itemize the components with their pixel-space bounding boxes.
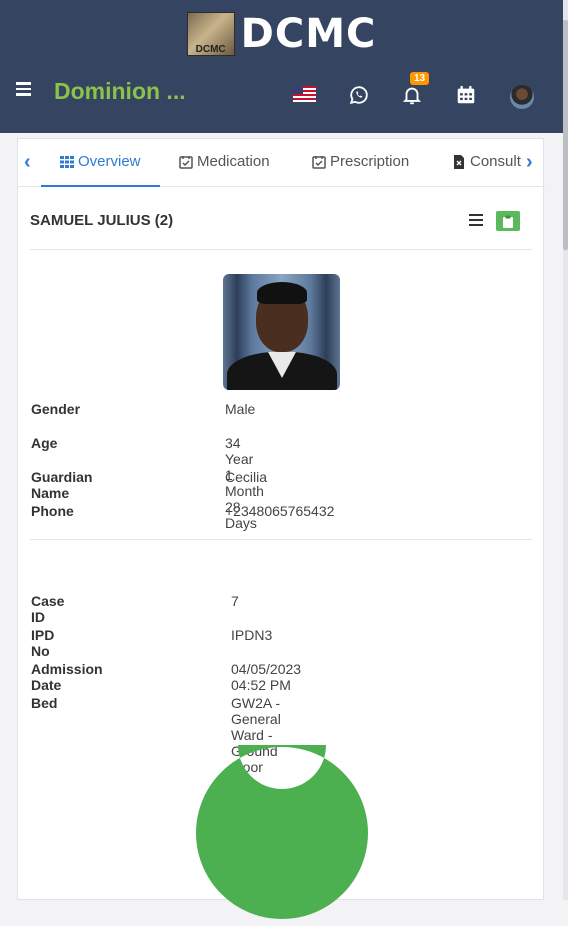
tab-strip: Overview Medication Prescription Consult [41, 139, 523, 187]
detail-label: Guardian Name [31, 469, 93, 501]
notification-badge: 13 [410, 72, 430, 85]
patient-photo [223, 274, 340, 390]
admission-label: Bed [31, 695, 58, 711]
discharge-button[interactable] [496, 211, 520, 231]
us-flag-icon[interactable] [293, 86, 316, 102]
detail-value: Male [225, 401, 256, 417]
calendar-check-icon [179, 155, 193, 169]
tab-prescription[interactable]: Prescription [312, 153, 409, 170]
detail-label: Phone [31, 503, 74, 519]
app-name[interactable]: Dominion ... [54, 78, 186, 105]
patient-card: ‹ Overview Medication Prescription Consu… [17, 138, 545, 919]
admission-label: Case ID [31, 593, 65, 625]
tab-prescription-label: Prescription [330, 153, 410, 170]
tab-overview[interactable]: Overview [60, 153, 141, 170]
list-icon[interactable] [469, 214, 483, 226]
divider [30, 249, 532, 250]
detail-value: +2348065765432 [225, 503, 335, 519]
tab-scroll-right-icon[interactable]: › [526, 151, 533, 174]
top-header: DCMC DCMC Dominion ... 13 [0, 0, 563, 133]
patient-name: SAMUEL JULIUS (2) [30, 212, 174, 229]
navbar: Dominion ... 13 [0, 72, 563, 112]
divider [30, 539, 532, 540]
detail-value: Cecilia [225, 469, 268, 485]
calendar-icon[interactable] [455, 84, 477, 106]
logo[interactable]: DCMC DCMC [0, 8, 563, 60]
logo-image: DCMC [186, 12, 235, 56]
admission-value: 7 [231, 593, 239, 609]
logo-text: DCMC [240, 11, 377, 57]
admission-value: 04/05/2023 04:52 PM [231, 661, 302, 693]
tab-scroll-left-icon[interactable]: ‹ [24, 151, 31, 174]
bell-icon[interactable] [401, 84, 423, 106]
admission-value: IPDN3 [231, 627, 273, 643]
tab-medication-label: Medication [197, 153, 270, 170]
logo-image-text: DCMC [195, 44, 226, 55]
tab-bar: ‹ Overview Medication Prescription Consu… [18, 139, 545, 187]
admission-label: Admission Date [31, 661, 103, 693]
donut-percent-label: 100.00% [258, 823, 306, 837]
document-icon [454, 154, 464, 169]
admission-label: IPD No [31, 627, 55, 659]
detail-label: Age [31, 435, 58, 451]
grid-icon [60, 155, 74, 168]
calendar-check-icon [312, 155, 326, 169]
clipboard-icon [503, 215, 513, 228]
progress-donut-chart: 100.00% [194, 701, 370, 921]
user-avatar[interactable] [510, 85, 534, 109]
detail-label: Gender [31, 401, 81, 417]
scrollbar-thumb[interactable] [563, 20, 568, 250]
tab-consult[interactable]: Consult [452, 153, 521, 170]
menu-toggle-icon[interactable] [16, 82, 32, 96]
tab-medication[interactable]: Medication [179, 153, 270, 170]
whatsapp-icon[interactable] [348, 84, 370, 106]
active-tab-indicator [41, 185, 160, 187]
tab-overview-label: Overview [78, 153, 141, 170]
tab-consult-label: Consult [470, 153, 521, 170]
